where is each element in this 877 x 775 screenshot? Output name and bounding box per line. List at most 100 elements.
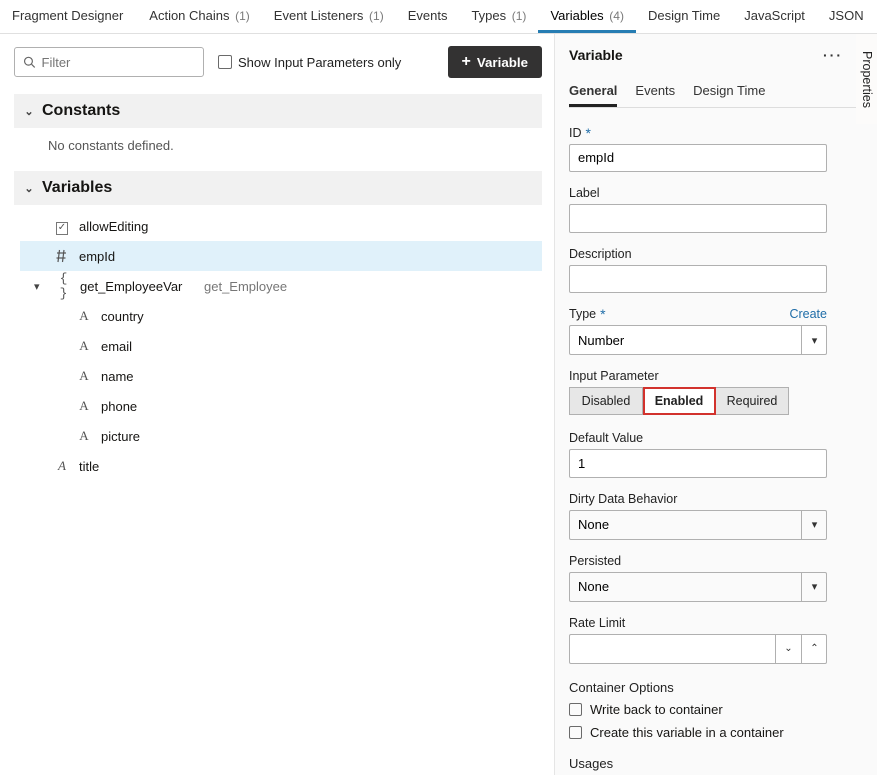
checkbox-icon [569, 726, 582, 739]
properties-vertical-tab[interactable]: Properties [856, 34, 877, 124]
usages-label: Usages [569, 756, 873, 771]
tree-item-allowediting[interactable]: allowEditing [20, 211, 542, 241]
write-back-label: Write back to container [590, 702, 723, 717]
dirty-label: Dirty Data Behavior [569, 492, 873, 506]
container-options-label: Container Options [569, 680, 873, 695]
properties-panel: Variable ··· General Events Design Time … [555, 34, 877, 775]
input-param-enabled[interactable]: Enabled [643, 387, 716, 415]
chevron-down-icon: ▾ [34, 280, 46, 293]
description-input[interactable] [569, 265, 827, 293]
sub-tab-general[interactable]: General [569, 77, 617, 107]
top-tabs: Fragment Designer Action Chains (1) Even… [0, 0, 877, 34]
tree-label: title [79, 459, 99, 474]
type-select[interactable] [569, 325, 827, 355]
tree-item-title[interactable]: title [20, 451, 542, 481]
tab-design-time[interactable]: Design Time [636, 0, 732, 33]
constants-title: Constants [42, 102, 120, 120]
tree-item-email[interactable]: email [20, 331, 542, 361]
variables-section-head[interactable]: ⌄ Variables [14, 171, 542, 205]
plus-icon: + [462, 54, 471, 70]
string-icon [76, 398, 92, 414]
tree-label: allowEditing [79, 219, 148, 234]
chevron-up-icon[interactable]: ⌃ [801, 634, 827, 664]
more-menu-button[interactable]: ··· [823, 47, 843, 63]
variables-tree: allowEditing empId ▾ get_EmployeeVar get… [14, 205, 542, 481]
write-back-checkbox[interactable]: Write back to container [569, 699, 873, 722]
string-icon [76, 368, 92, 384]
input-parameter-label: Input Parameter [569, 369, 873, 383]
default-value-label: Default Value [569, 431, 873, 445]
checkbox-icon [218, 55, 232, 69]
variables-title: Variables [42, 179, 112, 197]
tree-label: get_EmployeeVar [80, 279, 182, 294]
tree-label: email [101, 339, 132, 354]
tree-label: picture [101, 429, 140, 444]
tab-event-listeners[interactable]: Event Listeners (1) [262, 0, 396, 33]
property-sub-tabs: General Events Design Time [569, 77, 873, 108]
constants-section-head[interactable]: ⌄ Constants [14, 94, 542, 128]
tab-fragment-designer[interactable]: Fragment Designer [0, 0, 137, 33]
tree-label: country [101, 309, 144, 324]
string-icon [76, 338, 92, 354]
sub-tab-design-time[interactable]: Design Time [693, 77, 765, 107]
tree-item-country[interactable]: country [20, 301, 542, 331]
description-label: Description [569, 247, 873, 261]
input-param-required[interactable]: Required [716, 387, 789, 415]
id-label: ID [569, 126, 582, 140]
input-param-disabled[interactable]: Disabled [569, 387, 643, 415]
input-parameter-segmented: Disabled Enabled Required [569, 387, 789, 415]
sub-tab-events[interactable]: Events [635, 77, 675, 107]
id-input[interactable] [569, 144, 827, 172]
no-constants-note: No constants defined. [14, 128, 542, 171]
label-input[interactable] [569, 204, 827, 232]
required-icon: * [586, 130, 591, 136]
tree-label: phone [101, 399, 137, 414]
create-in-container-label: Create this variable in a container [590, 725, 784, 740]
tab-javascript[interactable]: JavaScript [732, 0, 817, 33]
tree-item-name[interactable]: name [20, 361, 542, 391]
add-variable-button[interactable]: + Variable [448, 46, 542, 78]
search-icon [23, 55, 36, 69]
filter-input[interactable] [42, 55, 196, 70]
create-type-link[interactable]: Create [789, 307, 827, 321]
tab-events[interactable]: Events [396, 0, 460, 33]
property-panel-title: Variable [569, 47, 623, 63]
chevron-down-icon[interactable]: ▾ [801, 510, 827, 540]
number-icon [54, 249, 70, 263]
tab-json[interactable]: JSON [817, 0, 876, 33]
string-icon [76, 308, 92, 324]
tab-action-chains[interactable]: Action Chains (1) [137, 0, 262, 33]
persisted-label: Persisted [569, 554, 873, 568]
create-in-container-checkbox[interactable]: Create this variable in a container [569, 721, 873, 744]
dirty-select[interactable] [569, 510, 827, 540]
tree-label: name [101, 369, 134, 384]
object-icon [55, 271, 71, 301]
type-label: Type [569, 307, 596, 321]
label-label: Label [569, 186, 873, 200]
tree-item-get-employee-var[interactable]: ▾ get_EmployeeVar get_Employee [20, 271, 542, 301]
tree-item-phone[interactable]: phone [20, 391, 542, 421]
tab-types[interactable]: Types (1) [459, 0, 538, 33]
tree-label: empId [79, 249, 115, 264]
rate-limit-label: Rate Limit [569, 616, 873, 630]
filter-input-wrap[interactable] [14, 47, 204, 77]
enum-icon [54, 219, 70, 234]
show-input-params-label: Show Input Parameters only [238, 55, 401, 70]
chevron-down-icon[interactable]: ▾ [801, 325, 827, 355]
tree-item-empid[interactable]: empId [20, 241, 542, 271]
string-icon [54, 458, 70, 474]
chevron-down-icon[interactable]: ⌄ [775, 634, 801, 664]
show-input-params-checkbox[interactable]: Show Input Parameters only [218, 55, 401, 70]
tree-item-picture[interactable]: picture [20, 421, 542, 451]
default-value-input[interactable] [569, 449, 827, 477]
tab-variables[interactable]: Variables (4) [538, 0, 636, 33]
checkbox-icon [569, 703, 582, 716]
tree-type-label: get_Employee [204, 279, 287, 294]
variables-panel: Show Input Parameters only + Variable ⌄ … [0, 34, 555, 775]
required-icon: * [600, 311, 605, 317]
add-variable-label: Variable [477, 55, 528, 70]
chevron-down-icon[interactable]: ▾ [801, 572, 827, 602]
chevron-down-icon: ⌄ [24, 182, 34, 195]
persisted-select[interactable] [569, 572, 827, 602]
chevron-down-icon: ⌄ [24, 105, 34, 118]
